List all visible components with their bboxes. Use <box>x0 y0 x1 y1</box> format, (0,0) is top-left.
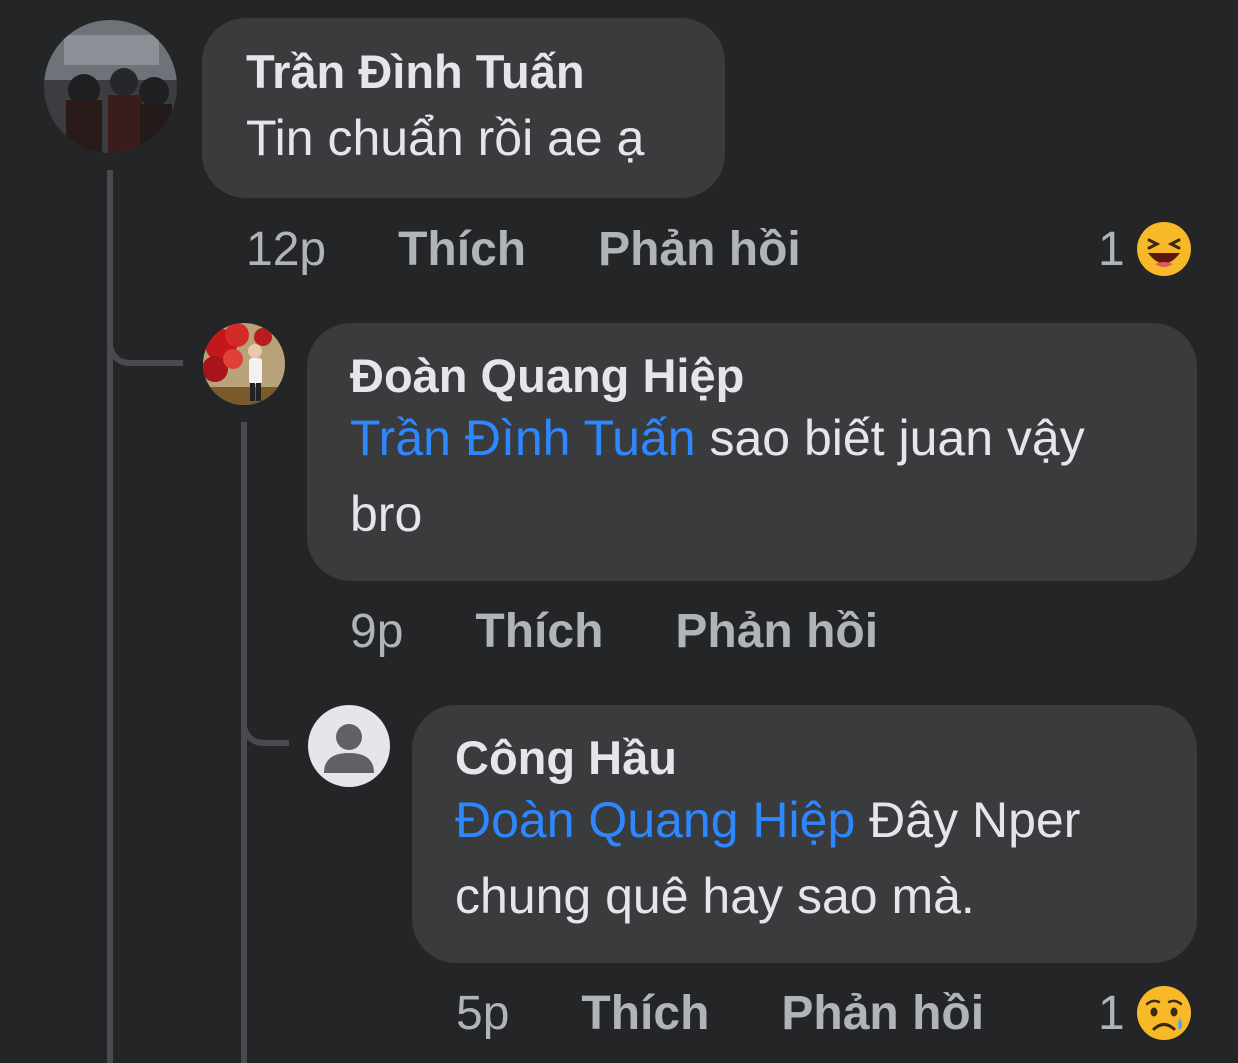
comment-text-line2: bro <box>350 486 423 542</box>
comment-actions: 5p Thích Phản hồi <box>456 983 984 1043</box>
reply-button[interactable]: Phản hồi <box>675 604 878 659</box>
comment-author[interactable]: Đoàn Quang Hiệp <box>350 348 1197 404</box>
like-button[interactable]: Thích <box>398 222 526 277</box>
comment-bubble[interactable]: Đoàn Quang Hiệp Trần Đình Tuấn sao biết … <box>307 323 1197 581</box>
thread-line-reply <box>241 422 247 1063</box>
reaction-summary[interactable]: 1 <box>1098 983 1193 1043</box>
comment-bubble[interactable]: Công Hầu Đoàn Quang Hiệp Đây Nper chung … <box>412 705 1197 963</box>
comment-text: Trần Đình Tuấn sao biết juan vậy bro <box>350 400 1197 552</box>
comment-text-line1: sao biết juan vậy <box>695 410 1085 466</box>
comment-text-line2: chung quê hay sao mà. <box>455 868 975 924</box>
comment-text: Đoàn Quang Hiệp Đây Nper chung quê hay s… <box>455 782 1197 934</box>
avatar[interactable] <box>203 323 285 405</box>
reaction-count: 1 <box>1098 986 1125 1040</box>
comment-actions: 9p Thích Phản hồi <box>350 601 878 661</box>
thread-connector-2 <box>241 680 289 746</box>
avatar[interactable] <box>308 705 390 787</box>
avatar[interactable] <box>44 20 177 153</box>
comment-time[interactable]: 5p <box>456 986 509 1041</box>
comment-actions: 12p Thích Phản hồi <box>246 219 801 279</box>
comment-text-line1: Đây Nper <box>855 792 1081 848</box>
reply-button[interactable]: Phản hồi <box>781 986 984 1041</box>
comment-time[interactable]: 12p <box>246 222 326 277</box>
comment-author[interactable]: Công Hầu <box>455 730 1197 786</box>
laughing-emoji-icon <box>1135 220 1193 278</box>
comment-thread: Trần Đình Tuấn Tin chuẩn rồi ae ạ 12p Th… <box>0 0 1238 1063</box>
like-button[interactable]: Thích <box>581 986 709 1041</box>
mention-link[interactable]: Trần Đình Tuấn <box>350 410 696 466</box>
thread-connector-1 <box>107 300 183 366</box>
reaction-count: 1 <box>1098 222 1125 276</box>
reaction-summary[interactable]: 1 <box>1098 219 1193 279</box>
mention-link[interactable]: Đoàn Quang Hiệp <box>455 792 855 848</box>
comment-bubble[interactable]: Trần Đình Tuấn Tin chuẩn rồi ae ạ <box>202 18 725 198</box>
like-button[interactable]: Thích <box>475 604 603 659</box>
crying-emoji-icon <box>1135 984 1193 1042</box>
comment-time[interactable]: 9p <box>350 604 403 659</box>
comment-text: Tin chuẩn rồi ae ạ <box>246 110 645 166</box>
comment-author[interactable]: Trần Đình Tuấn <box>246 44 725 100</box>
reply-button[interactable]: Phản hồi <box>598 222 801 277</box>
